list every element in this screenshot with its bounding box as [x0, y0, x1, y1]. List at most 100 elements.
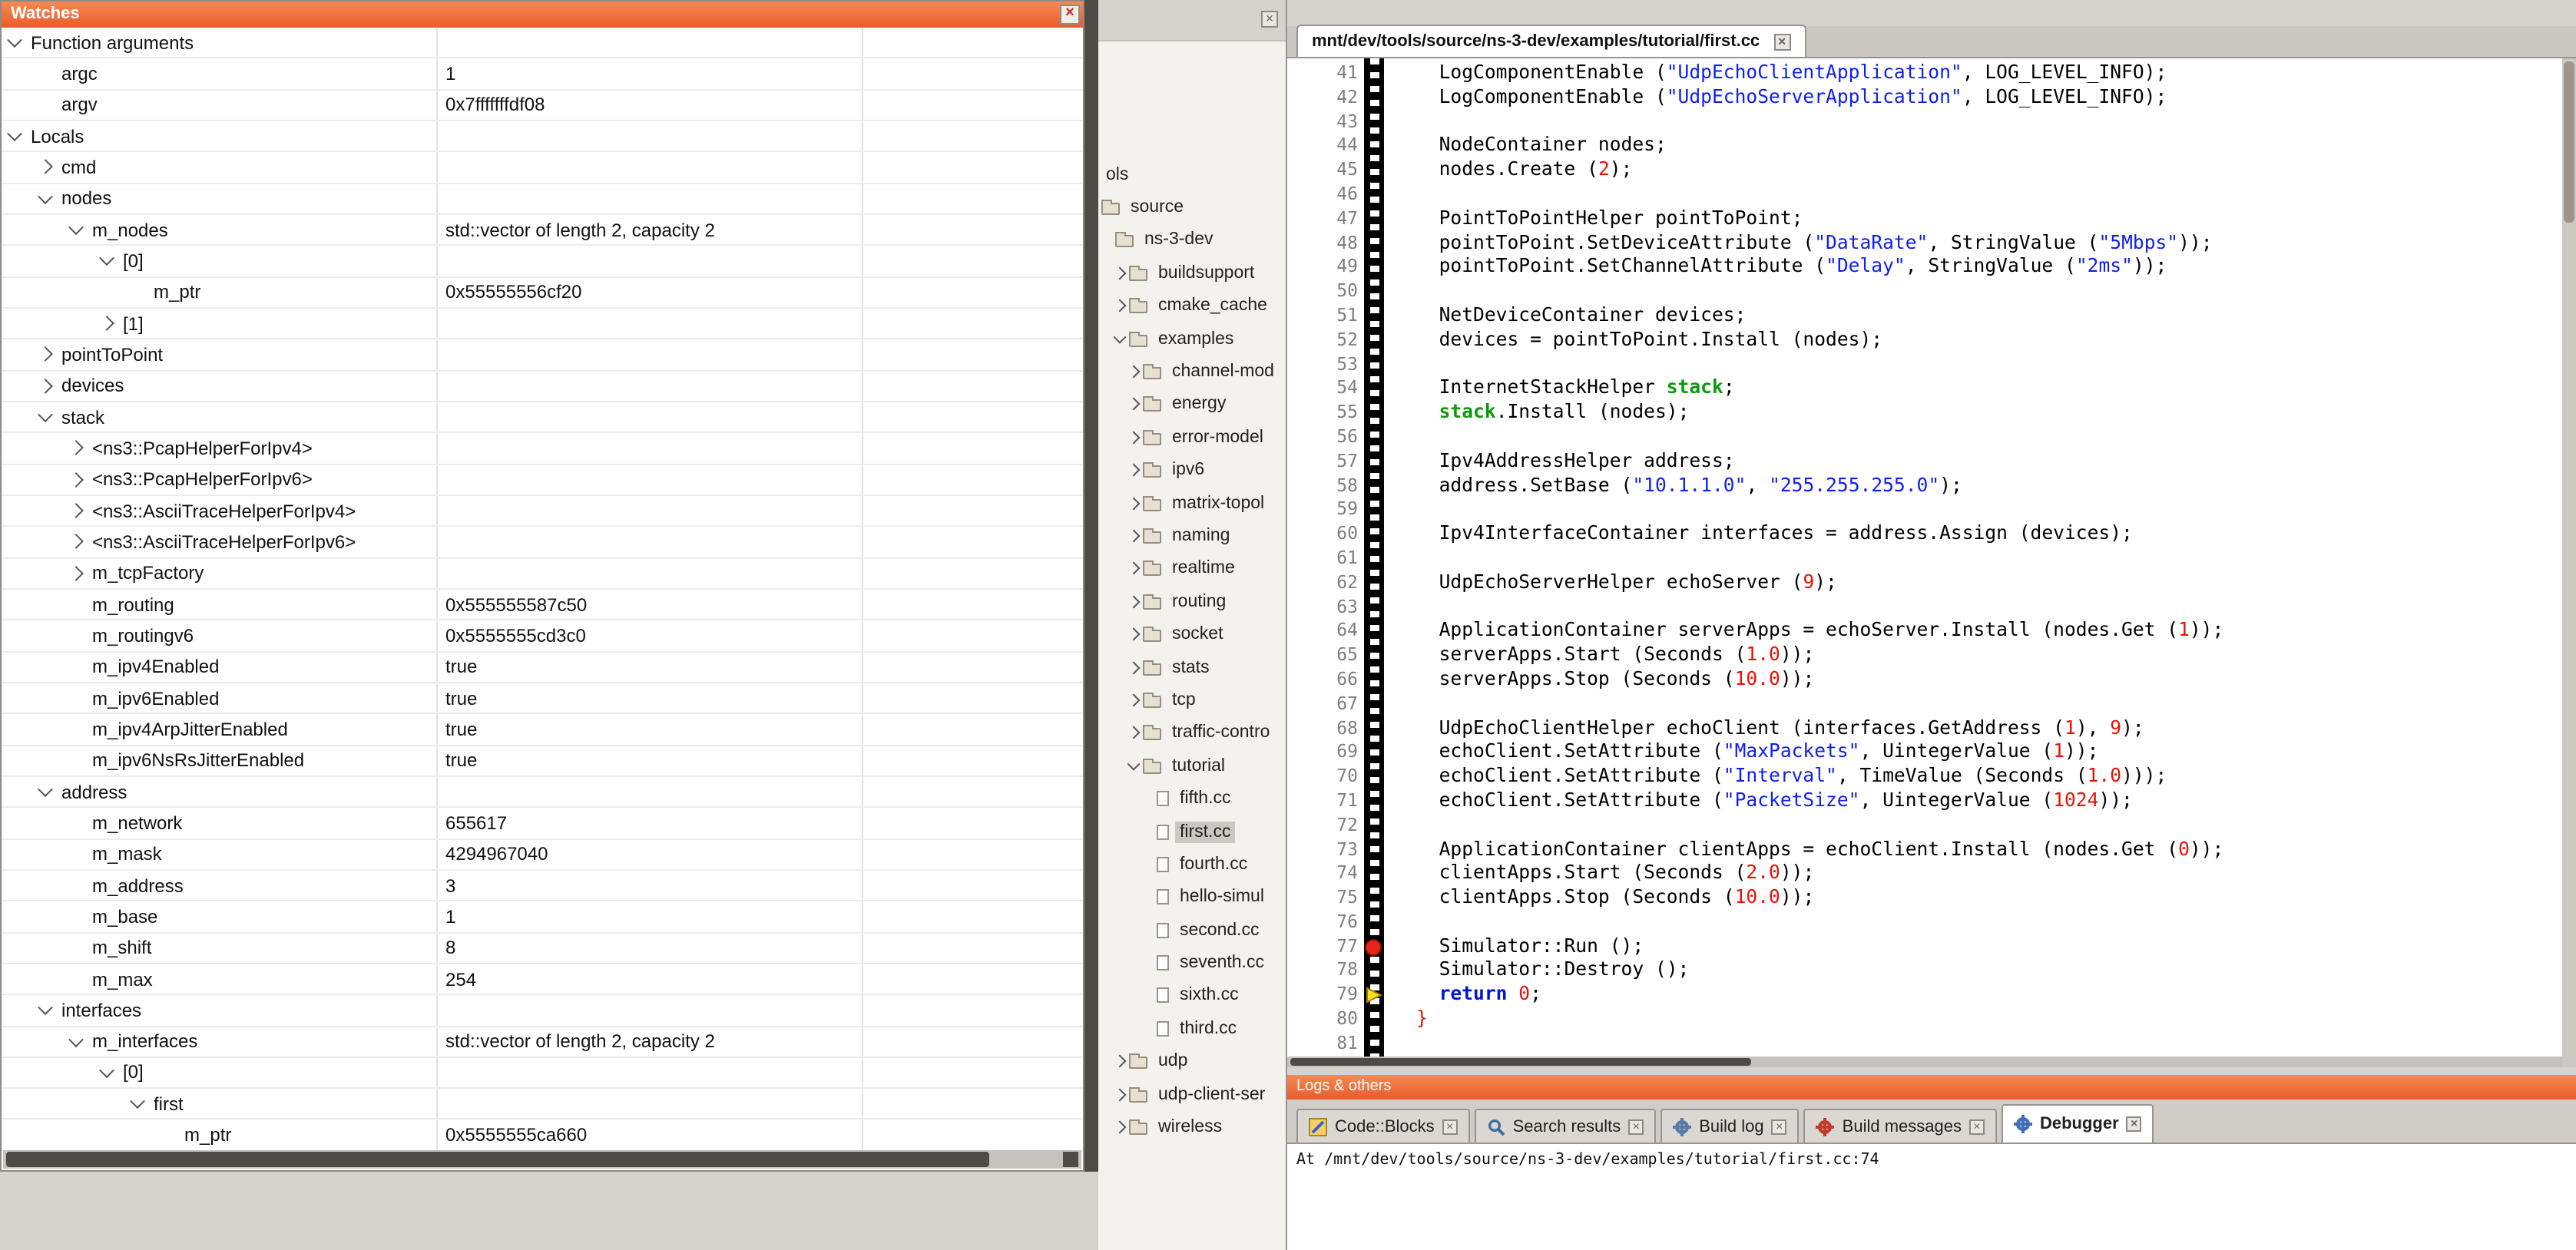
- expander-right-icon[interactable]: [1127, 726, 1141, 739]
- expander-down-icon[interactable]: [99, 1063, 114, 1078]
- watch-row[interactable]: argv0x7fffffffdf08: [2, 90, 1083, 121]
- line-marker-slot[interactable]: [1364, 401, 1384, 425]
- line-marker-slot[interactable]: [1364, 183, 1384, 207]
- expander-right-icon[interactable]: [38, 347, 53, 362]
- line-number[interactable]: 41: [1287, 61, 1364, 86]
- tree-item-routing[interactable]: routing: [1098, 585, 1286, 618]
- line-marker-slot[interactable]: [1364, 668, 1384, 693]
- line-number[interactable]: 65: [1287, 643, 1364, 668]
- line-marker-slot[interactable]: [1364, 425, 1384, 450]
- line-number[interactable]: 58: [1287, 474, 1364, 498]
- tree-item-ipv6[interactable]: ipv6: [1098, 454, 1286, 487]
- tree-item-ns-3-dev[interactable]: ns-3-dev: [1098, 224, 1286, 257]
- watch-row[interactable]: m_nodesstd::vector of length 2, capacity…: [2, 215, 1083, 246]
- watch-row[interactable]: [1]: [2, 309, 1083, 340]
- line-number[interactable]: 72: [1287, 813, 1364, 838]
- expander-down-icon[interactable]: [130, 1094, 145, 1109]
- expander-right-icon[interactable]: [1127, 365, 1141, 379]
- logs-titlebar[interactable]: Logs & others: [1287, 1075, 2576, 1100]
- line-marker-slot[interactable]: [1364, 765, 1384, 789]
- watch-name-cell[interactable]: cmd: [2, 153, 436, 183]
- watch-row[interactable]: m_shift8: [2, 933, 1083, 964]
- watch-name-cell[interactable]: first: [2, 1089, 436, 1119]
- watch-row[interactable]: first: [2, 1089, 1083, 1120]
- watch-row[interactable]: [0]: [2, 1058, 1083, 1090]
- watch-name-cell[interactable]: [0]: [2, 246, 436, 276]
- line-number[interactable]: 43: [1287, 110, 1364, 134]
- logs-tab-close-button[interactable]: ×: [1628, 1119, 1644, 1134]
- expander-down-icon[interactable]: [68, 1032, 84, 1047]
- line-marker-slot[interactable]: [1364, 862, 1384, 887]
- logs-tab-build-messages[interactable]: Build messages×: [1804, 1109, 1997, 1143]
- watch-row[interactable]: m_ipv6NsRsJitterEnabledtrue: [2, 746, 1083, 777]
- watches-close-button[interactable]: ×: [1060, 5, 1080, 25]
- watch-name-cell[interactable]: m_ipv6Enabled: [2, 683, 436, 713]
- line-marker-slot[interactable]: [1364, 61, 1384, 86]
- expander-right-icon[interactable]: [68, 566, 84, 581]
- editor-vscrollbar[interactable]: [2562, 58, 2576, 1067]
- watch-row[interactable]: <ns3::AsciiTraceHelperForIpv6>: [2, 527, 1083, 559]
- watch-row[interactable]: m_address3: [2, 871, 1083, 902]
- tree-item-udp[interactable]: udp: [1098, 1045, 1286, 1078]
- tree-item-matrix-topol[interactable]: matrix-topol: [1098, 487, 1286, 520]
- watch-row[interactable]: address: [2, 777, 1083, 809]
- line-marker-slot[interactable]: [1364, 570, 1384, 595]
- watch-row[interactable]: <ns3::PcapHelperForIpv4>: [2, 434, 1083, 465]
- line-marker-slot[interactable]: [1364, 110, 1384, 134]
- tree-item-energy[interactable]: energy: [1098, 388, 1286, 421]
- watch-row[interactable]: <ns3::AsciiTraceHelperForIpv4>: [2, 496, 1083, 527]
- watch-name-cell[interactable]: [1]: [2, 309, 436, 339]
- editor-vscroll-handle[interactable]: [2564, 61, 2574, 223]
- line-marker-slot[interactable]: [1364, 329, 1384, 353]
- watch-name-cell[interactable]: m_interfaces: [2, 1027, 436, 1057]
- watch-name-cell[interactable]: m_address: [2, 871, 436, 901]
- line-marker-slot[interactable]: [1364, 838, 1384, 862]
- watch-name-cell[interactable]: m_ipv6NsRsJitterEnabled: [2, 746, 436, 775]
- watch-row[interactable]: m_network655617: [2, 808, 1083, 839]
- tree-item-traffic-contro[interactable]: traffic-contro: [1098, 716, 1286, 749]
- tree-item-tutorial[interactable]: tutorial: [1098, 749, 1286, 782]
- watch-name-cell[interactable]: interfaces: [2, 995, 436, 1025]
- watch-name-cell[interactable]: <ns3::PcapHelperForIpv6>: [2, 465, 436, 494]
- line-marker-slot[interactable]: [1364, 207, 1384, 232]
- watch-row[interactable]: m_ipv6Enabledtrue: [2, 683, 1083, 715]
- line-number[interactable]: 59: [1287, 498, 1364, 523]
- line-marker-slot[interactable]: [1364, 741, 1384, 766]
- line-number[interactable]: 53: [1287, 352, 1364, 377]
- watch-name-cell[interactable]: Locals: [2, 121, 436, 151]
- line-marker-slot[interactable]: [1364, 813, 1384, 838]
- expander-down-icon[interactable]: [68, 220, 84, 236]
- watch-row[interactable]: m_base1: [2, 901, 1083, 933]
- expander-down-icon[interactable]: [7, 127, 22, 142]
- expander-down-icon[interactable]: [99, 251, 114, 266]
- logs-tab-debugger[interactable]: Debugger×: [2002, 1104, 2154, 1143]
- expander-down-icon[interactable]: [38, 189, 53, 204]
- expander-right-icon[interactable]: [68, 503, 84, 518]
- line-number[interactable]: 76: [1287, 911, 1364, 935]
- tree-item-fifth-cc[interactable]: fifth.cc: [1098, 782, 1286, 815]
- tree-item-socket[interactable]: socket: [1098, 618, 1286, 651]
- tree-item-naming[interactable]: naming: [1098, 520, 1286, 553]
- expander-right-icon[interactable]: [1114, 1121, 1127, 1134]
- line-marker-slot[interactable]: [1364, 450, 1384, 475]
- tree-item-seventh-cc[interactable]: seventh.cc: [1098, 947, 1286, 980]
- watch-name-cell[interactable]: <ns3::PcapHelperForIpv4>: [2, 434, 436, 464]
- watch-name-cell[interactable]: m_max: [2, 964, 436, 994]
- tree-item-udp-client-ser[interactable]: udp-client-ser: [1098, 1078, 1286, 1111]
- code-editor[interactable]: 41 LogComponentEnable ("UdpEchoClientApp…: [1287, 58, 2562, 1057]
- line-number[interactable]: 55: [1287, 401, 1364, 425]
- tree-item-source[interactable]: source: [1098, 191, 1286, 224]
- watches-titlebar[interactable]: Watches ×: [2, 2, 1083, 28]
- watch-row[interactable]: Locals: [2, 121, 1083, 153]
- line-marker-slot[interactable]: [1364, 595, 1384, 620]
- watch-name-cell[interactable]: <ns3::AsciiTraceHelperForIpv4>: [2, 496, 436, 526]
- line-number[interactable]: 48: [1287, 231, 1364, 256]
- line-number[interactable]: 51: [1287, 304, 1364, 329]
- watch-row[interactable]: m_max254: [2, 964, 1083, 996]
- line-marker-slot[interactable]: [1364, 498, 1384, 523]
- tree-item-second-cc[interactable]: second.cc: [1098, 914, 1286, 947]
- tree-item-ols[interactable]: ols: [1098, 158, 1286, 191]
- line-number[interactable]: 80: [1287, 1007, 1364, 1032]
- expander-right-icon[interactable]: [1127, 595, 1141, 608]
- expander-right-icon[interactable]: [1127, 529, 1141, 542]
